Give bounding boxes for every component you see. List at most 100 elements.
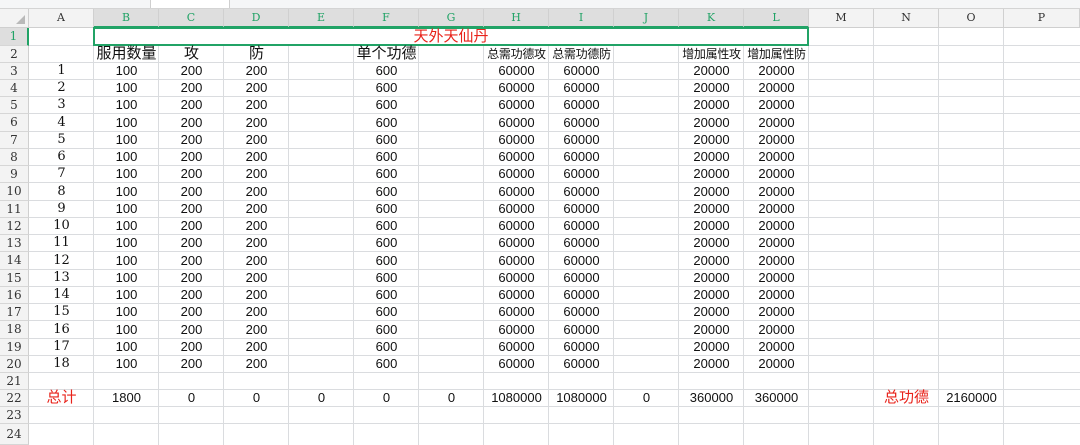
- data-cell-l[interactable]: 20000: [744, 356, 809, 373]
- data-cell-c[interactable]: 200: [159, 63, 224, 80]
- data-cell-f[interactable]: 600: [354, 166, 419, 183]
- data-cell-d[interactable]: 200: [224, 63, 289, 80]
- column-header-o[interactable]: O: [939, 9, 1004, 28]
- data-cell-c[interactable]: 200: [159, 321, 224, 339]
- data-cell-a[interactable]: 6: [29, 149, 94, 166]
- data-cell-a[interactable]: 15: [29, 304, 94, 321]
- data-cell-l[interactable]: 20000: [744, 97, 809, 114]
- data-cell-h[interactable]: 60000: [484, 252, 549, 270]
- data-cell-c[interactable]: 200: [159, 252, 224, 270]
- data-cell-k[interactable]: 20000: [679, 132, 744, 149]
- data-cell-i[interactable]: 60000: [549, 63, 614, 80]
- data-cell-i[interactable]: 60000: [549, 97, 614, 114]
- header-cell-b[interactable]: 服用数量: [94, 46, 159, 63]
- data-cell-i[interactable]: 60000: [549, 270, 614, 287]
- data-cell-i[interactable]: 60000: [549, 80, 614, 97]
- data-cell-l[interactable]: 20000: [744, 63, 809, 80]
- totals-cell-o[interactable]: 2160000: [939, 390, 1004, 407]
- data-cell-i[interactable]: 60000: [549, 201, 614, 218]
- column-header-p[interactable]: P: [1004, 9, 1080, 28]
- data-cell-h[interactable]: 60000: [484, 339, 549, 356]
- data-cell-i[interactable]: 60000: [549, 235, 614, 252]
- data-cell-b[interactable]: 100: [94, 321, 159, 339]
- data-cell-i[interactable]: 60000: [549, 356, 614, 373]
- totals-cell-c[interactable]: 0: [159, 390, 224, 407]
- spreadsheet[interactable]: A B C D E F G H I J K L M N O P 1 2 3 4 5 6 7 8 9 10 11 12 13 14 15 16 1…: [0, 0, 1080, 445]
- row-header-1[interactable]: 1: [0, 28, 29, 46]
- data-cell-a[interactable]: 11: [29, 235, 94, 252]
- data-cell-a[interactable]: 2: [29, 80, 94, 97]
- data-cell-k[interactable]: 20000: [679, 114, 744, 132]
- row-header-5[interactable]: 5: [0, 97, 29, 114]
- row-header-10[interactable]: 10: [0, 183, 29, 201]
- row-header-3[interactable]: 3: [0, 63, 29, 80]
- data-cell-a[interactable]: 12: [29, 252, 94, 270]
- data-cell-c[interactable]: 200: [159, 132, 224, 149]
- data-cell-i[interactable]: 60000: [549, 114, 614, 132]
- data-cell-k[interactable]: 20000: [679, 97, 744, 114]
- totals-cell-e[interactable]: 0: [289, 390, 354, 407]
- data-cell-a[interactable]: 9: [29, 201, 94, 218]
- data-cell-a[interactable]: 18: [29, 356, 94, 373]
- data-cell-b[interactable]: 100: [94, 270, 159, 287]
- data-cell-f[interactable]: 600: [354, 252, 419, 270]
- row-header-7[interactable]: 7: [0, 132, 29, 149]
- data-cell-h[interactable]: 60000: [484, 63, 549, 80]
- data-cell-h[interactable]: 60000: [484, 114, 549, 132]
- data-cell-k[interactable]: 20000: [679, 201, 744, 218]
- row-header-20[interactable]: 20: [0, 356, 29, 373]
- data-cell-d[interactable]: 200: [224, 252, 289, 270]
- data-cell-a[interactable]: 7: [29, 166, 94, 183]
- row-header-8[interactable]: 8: [0, 149, 29, 166]
- data-cell-l[interactable]: 20000: [744, 287, 809, 304]
- data-cell-l[interactable]: 20000: [744, 339, 809, 356]
- row-header-4[interactable]: 4: [0, 80, 29, 97]
- data-cell-d[interactable]: 200: [224, 166, 289, 183]
- data-cell-d[interactable]: 200: [224, 149, 289, 166]
- sheet-tab[interactable]: [150, 0, 230, 8]
- data-cell-f[interactable]: 600: [354, 304, 419, 321]
- data-cell-f[interactable]: 600: [354, 183, 419, 201]
- totals-cell-d[interactable]: 0: [224, 390, 289, 407]
- row-header-12[interactable]: 12: [0, 218, 29, 235]
- data-cell-a[interactable]: 16: [29, 321, 94, 339]
- row-header-23[interactable]: 23: [0, 407, 29, 424]
- data-cell-k[interactable]: 20000: [679, 252, 744, 270]
- data-cell-a[interactable]: 5: [29, 132, 94, 149]
- column-header-n[interactable]: N: [874, 9, 939, 28]
- data-cell-a[interactable]: 8: [29, 183, 94, 201]
- header-cell-f[interactable]: 单个功德: [354, 46, 419, 63]
- data-cell-i[interactable]: 60000: [549, 132, 614, 149]
- row-header-2[interactable]: 2: [0, 46, 29, 63]
- data-cell-c[interactable]: 200: [159, 287, 224, 304]
- data-cell-f[interactable]: 600: [354, 149, 419, 166]
- data-cell-l[interactable]: 20000: [744, 304, 809, 321]
- data-cell-c[interactable]: 200: [159, 270, 224, 287]
- data-cell-k[interactable]: 20000: [679, 63, 744, 80]
- column-header-m[interactable]: M: [809, 9, 874, 28]
- data-cell-f[interactable]: 600: [354, 132, 419, 149]
- header-cell-c[interactable]: 攻: [159, 46, 224, 63]
- totals-cell-j[interactable]: 0: [614, 390, 679, 407]
- data-cell-a[interactable]: 4: [29, 114, 94, 132]
- data-cell-b[interactable]: 100: [94, 235, 159, 252]
- data-cell-b[interactable]: 100: [94, 356, 159, 373]
- data-cell-f[interactable]: 600: [354, 63, 419, 80]
- data-cell-f[interactable]: 600: [354, 201, 419, 218]
- data-cell-k[interactable]: 20000: [679, 270, 744, 287]
- data-cell-b[interactable]: 100: [94, 132, 159, 149]
- data-cell-i[interactable]: 60000: [549, 287, 614, 304]
- data-cell-h[interactable]: 60000: [484, 304, 549, 321]
- data-cell-h[interactable]: 60000: [484, 80, 549, 97]
- data-cell-f[interactable]: 600: [354, 80, 419, 97]
- data-cell-a[interactable]: 17: [29, 339, 94, 356]
- data-cell-b[interactable]: 100: [94, 114, 159, 132]
- data-cell-d[interactable]: 200: [224, 97, 289, 114]
- data-cell-h[interactable]: 60000: [484, 166, 549, 183]
- data-cell-c[interactable]: 200: [159, 166, 224, 183]
- row-header-16[interactable]: 16: [0, 287, 29, 304]
- data-cell-h[interactable]: 60000: [484, 287, 549, 304]
- data-cell-c[interactable]: 200: [159, 201, 224, 218]
- column-header-j[interactable]: J: [614, 9, 679, 28]
- column-header-b[interactable]: B: [94, 9, 159, 28]
